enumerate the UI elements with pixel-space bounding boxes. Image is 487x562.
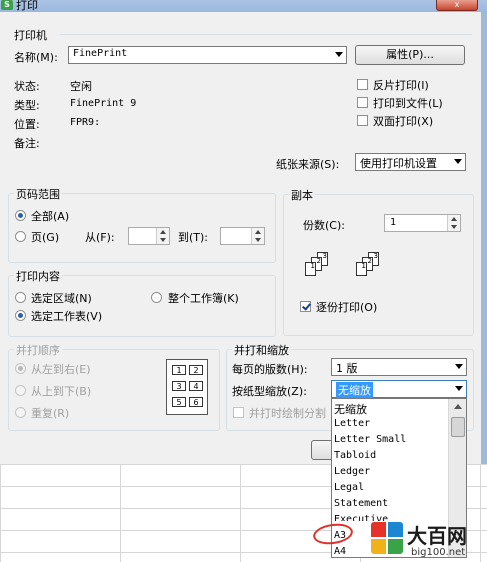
- collate-label: 逐份打印(O): [316, 301, 378, 314]
- to-label: 到(T):: [178, 231, 209, 244]
- draw-borders-label: 并打时绘制分割: [249, 407, 326, 420]
- selection-radio[interactable]: [15, 292, 26, 303]
- reverse-print-checkbox[interactable]: [357, 79, 368, 90]
- status-value: 空闲: [70, 80, 92, 93]
- chevron-down-icon: [335, 52, 343, 57]
- page-order-title: 并打顺序: [14, 342, 62, 358]
- spinner-arrows-icon[interactable]: [447, 215, 460, 231]
- comment-label: 备注:: [14, 137, 40, 150]
- left-to-right-radio[interactable]: [15, 363, 26, 374]
- printer-name-select[interactable]: FinePrint: [68, 46, 347, 64]
- duplex-print-label: 双面打印(X): [373, 115, 434, 128]
- dropdown-option[interactable]: Statement: [334, 498, 388, 509]
- entire-workbook-label: 整个工作簿(K): [168, 292, 239, 305]
- print-content-title: 打印内容: [14, 268, 62, 284]
- print-dialog: 打印机 名称(M): FinePrint 属性(P)... 状态: 空闲 类型:…: [0, 12, 487, 464]
- scale-to-paper-label: 按纸型缩放(Z):: [232, 385, 307, 398]
- type-value: FinePrint 9: [70, 98, 137, 109]
- chevron-down-icon: [454, 159, 462, 164]
- dropdown-option[interactable]: A4: [334, 546, 346, 557]
- dropdown-option[interactable]: Letter: [334, 418, 370, 429]
- paper-source-label: 纸张来源(S):: [276, 158, 340, 171]
- title-bar: S 打印 x: [0, 0, 487, 12]
- watermark-logo: 大百网 big100.net: [371, 520, 481, 560]
- left-to-right-label: 从左到右(E): [31, 363, 91, 376]
- all-pages-label: 全部(A): [31, 210, 70, 223]
- printer-name-label: 名称(M):: [14, 51, 58, 64]
- preview-page-2: 2: [189, 365, 203, 375]
- repeat-label: 重复(R): [31, 407, 70, 420]
- top-to-bottom-radio[interactable]: [15, 385, 26, 396]
- preview-page-5: 5: [172, 397, 186, 407]
- dropdown-option[interactable]: Letter Small: [334, 434, 406, 445]
- copies-title: 副本: [289, 187, 315, 203]
- copies-count-value: 1: [390, 217, 397, 228]
- location-value: FPR9:: [70, 117, 101, 128]
- location-label: 位置:: [14, 118, 40, 131]
- pages-per-sheet-label: 每页的版数(H):: [232, 363, 308, 376]
- selection-label: 选定区域(N): [31, 292, 92, 305]
- draw-borders-checkbox[interactable]: [233, 407, 244, 418]
- dropdown-option[interactable]: Legal: [334, 482, 364, 493]
- spinner-arrows-icon[interactable]: [251, 228, 264, 244]
- printer-section-title: 打印机: [14, 29, 47, 42]
- scroll-up-icon[interactable]: [454, 404, 462, 409]
- printer-properties-button[interactable]: 属性(P)...: [355, 45, 465, 65]
- selected-sheets-label: 选定工作表(V): [31, 310, 103, 323]
- paper-source-select[interactable]: 使用打印机设置: [355, 153, 466, 171]
- preview-page-3: 3: [172, 381, 186, 391]
- page-range-label: 页(G): [31, 231, 60, 244]
- chevron-down-icon: [455, 386, 463, 391]
- print-to-file-label: 打印到文件(L): [373, 97, 443, 110]
- type-label: 类型:: [14, 99, 40, 112]
- copies-count-label: 份数(C):: [303, 219, 345, 232]
- paper-source-value: 使用打印机设置: [360, 157, 437, 170]
- watermark-icon: [371, 522, 403, 554]
- preview-page-6: 6: [189, 397, 203, 407]
- zoom-title: 并打和缩放: [232, 342, 291, 358]
- all-pages-radio[interactable]: [15, 210, 26, 221]
- dropdown-option[interactable]: Tabloid: [334, 450, 376, 461]
- wps-s-icon: S: [1, 0, 13, 10]
- printer-section-divider: [60, 34, 472, 35]
- chevron-down-icon: [455, 364, 463, 369]
- dropdown-option[interactable]: 无缩放: [334, 401, 367, 417]
- top-to-bottom-label: 从上到下(B): [31, 385, 92, 398]
- scale-to-paper-select[interactable]: 无缩放: [331, 380, 467, 398]
- watermark-brand: 大百网: [407, 524, 467, 548]
- page-range-title: 页码范围: [14, 186, 62, 202]
- from-page-input[interactable]: [128, 227, 170, 245]
- collate-checkbox[interactable]: [300, 301, 311, 312]
- entire-workbook-radio[interactable]: [151, 292, 162, 303]
- copies-count-input[interactable]: 1: [384, 214, 461, 232]
- scale-to-paper-value: 无缩放: [336, 382, 373, 398]
- page-order-preview: 1 2 3 4 5 6: [166, 359, 208, 415]
- preview-page-1: 1: [172, 365, 186, 375]
- selected-sheets-radio[interactable]: [15, 310, 26, 321]
- page-range-radio[interactable]: [15, 231, 26, 242]
- pages-per-sheet-select[interactable]: 1 版: [331, 358, 467, 376]
- dropdown-option[interactable]: Ledger: [334, 466, 370, 477]
- status-label: 状态:: [14, 80, 40, 93]
- reverse-print-label: 反片打印(I): [373, 79, 429, 92]
- scroll-thumb[interactable]: [451, 417, 465, 437]
- printer-name-value: FinePrint: [73, 48, 128, 59]
- from-label: 从(F):: [85, 231, 115, 244]
- duplex-print-checkbox[interactable]: [357, 115, 368, 126]
- collate-pages-icon: 3 2 1 3 2 1: [305, 252, 385, 292]
- spinner-arrows-icon[interactable]: [156, 228, 169, 244]
- print-content-group: [8, 275, 276, 337]
- close-window-button[interactable]: x: [436, 0, 478, 11]
- watermark-url: big100.net: [411, 547, 466, 558]
- pages-per-sheet-value: 1 版: [336, 362, 358, 375]
- print-to-file-checkbox[interactable]: [357, 97, 368, 108]
- preview-page-4: 4: [189, 381, 203, 391]
- to-page-input[interactable]: [220, 227, 265, 245]
- repeat-radio[interactable]: [15, 407, 26, 418]
